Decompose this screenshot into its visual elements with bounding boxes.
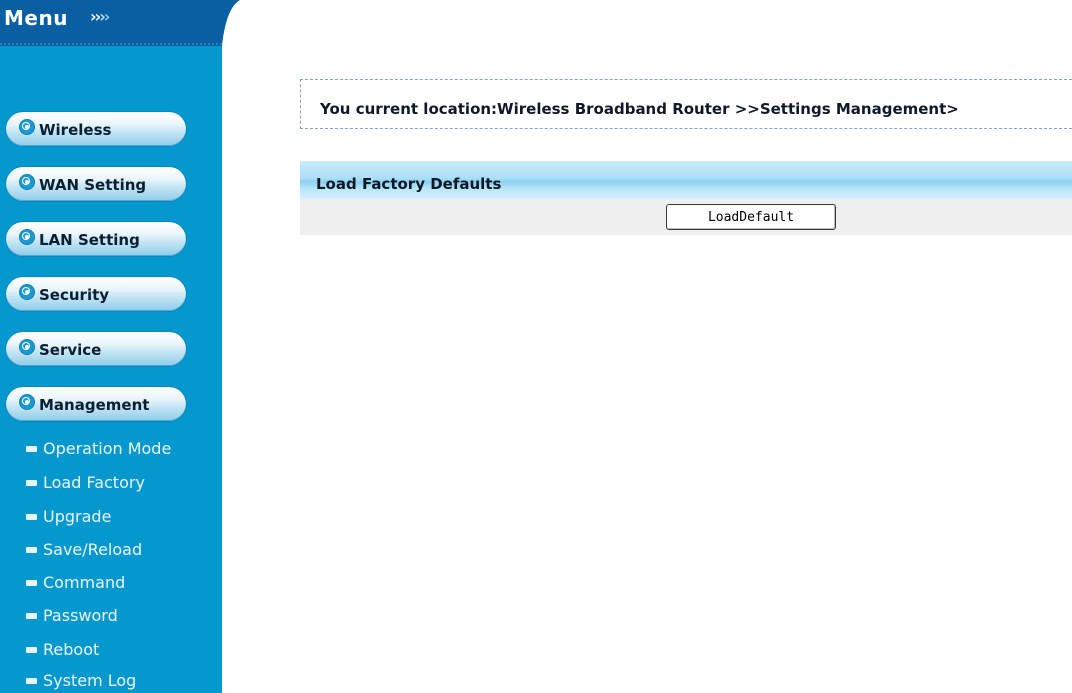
target-icon [20,395,34,409]
section-header: Load Factory Defaults [300,161,1072,199]
nav-label: Service [39,341,102,359]
bullet-icon [26,580,37,586]
target-icon [20,230,34,244]
bullet-icon [26,547,37,553]
menu-header: Menu ›››› [0,0,240,46]
submenu-label: Password [43,606,118,625]
nav-security[interactable]: Security [6,277,186,311]
nav-label: WAN Setting [39,176,147,194]
bullet-icon [26,446,37,452]
nav-lan-setting[interactable]: LAN Setting [6,222,186,256]
target-icon [20,175,34,189]
menu-arrows-icon: ›››› [90,7,110,26]
bullet-icon [26,647,37,653]
nav-label: Management [39,396,150,414]
sidebar: Menu ›››› Wireless WAN Setting LAN Setti… [0,0,240,693]
nav-wan-setting[interactable]: WAN Setting [6,167,186,201]
submenu-label: Operation Mode [43,439,172,458]
target-icon [20,120,34,134]
nav-management[interactable]: Management [6,387,186,421]
nav-label: Wireless [39,121,112,139]
action-row: LoadDefault [300,199,1072,235]
submenu-label: Load Factory [43,473,145,492]
nav-wireless[interactable]: Wireless [6,112,186,146]
load-default-button[interactable]: LoadDefault [666,204,836,230]
submenu-label: Save/Reload [43,540,143,559]
submenu-label: Upgrade [43,507,112,526]
nav-service[interactable]: Service [6,332,186,366]
submenu-label: Command [43,573,126,592]
breadcrumb-text: You current location:Wireless Broadband … [320,100,959,118]
breadcrumb: You current location:Wireless Broadband … [300,79,1072,129]
menu-title: Menu [4,6,68,30]
bullet-icon [26,613,37,619]
target-icon [20,340,34,354]
bullet-icon [26,678,37,684]
submenu-label: System Log [43,671,137,690]
nav-label: LAN Setting [39,231,140,249]
target-icon [20,285,34,299]
nav-label: Security [39,286,110,304]
submenu-label: Reboot [43,640,100,659]
bullet-icon [26,480,37,486]
bullet-icon [26,514,37,520]
section-title: Load Factory Defaults [316,175,502,193]
